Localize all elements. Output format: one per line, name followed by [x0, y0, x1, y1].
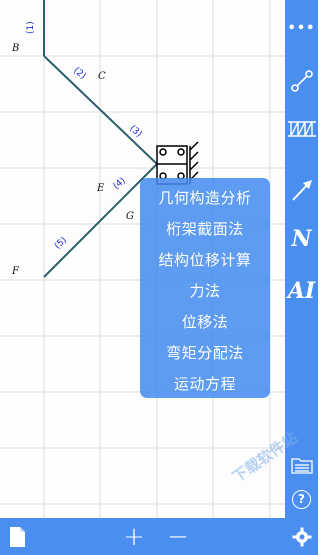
- arrow-load-icon[interactable]: [285, 172, 318, 208]
- node-label-C: C: [98, 71, 106, 82]
- menu-item-moment-distribution[interactable]: 弯矩分配法: [140, 338, 270, 368]
- node-label-F: F: [11, 266, 20, 277]
- drawing-canvas[interactable]: B C E G F (1) (2) (3) (4) (5) 几何构造分析 桁架截…: [0, 0, 285, 518]
- bottom-toolbar: + −: [0, 518, 285, 555]
- truss-icon[interactable]: [285, 114, 318, 144]
- node-label-G: G: [126, 211, 134, 222]
- node-label-E: E: [96, 183, 105, 194]
- member-label-5: (5): [53, 236, 69, 252]
- node-label-B: B: [11, 43, 19, 54]
- bar-element-icon[interactable]: [285, 66, 318, 96]
- normal-force-icon[interactable]: N: [285, 222, 318, 256]
- menu-item-force-method[interactable]: 力法: [140, 276, 270, 306]
- menu-item-geometric-analysis[interactable]: 几何构造分析: [140, 183, 270, 213]
- member-label-1: (1): [26, 21, 36, 34]
- member-label-4: (4): [112, 176, 128, 192]
- more-icon[interactable]: •••: [285, 14, 318, 42]
- zoom-out-button[interactable]: −: [166, 518, 190, 555]
- settings-gear-icon[interactable]: [285, 522, 318, 552]
- menu-item-truss-section-method[interactable]: 桁架截面法: [140, 214, 270, 244]
- new-file-icon[interactable]: [6, 518, 28, 555]
- menu-item-displacement-calculation[interactable]: 结构位移计算: [140, 245, 270, 275]
- menu-item-equation-of-motion[interactable]: 运动方程: [140, 369, 270, 399]
- ai-icon[interactable]: AI: [285, 274, 318, 308]
- zoom-in-button[interactable]: +: [122, 518, 146, 555]
- analysis-context-menu: 几何构造分析 桁架截面法 结构位移计算 力法 位移法 弯矩分配法 运动方程: [140, 178, 270, 398]
- menu-item-displacement-method[interactable]: 位移法: [140, 307, 270, 337]
- member-label-2: (2): [71, 66, 87, 82]
